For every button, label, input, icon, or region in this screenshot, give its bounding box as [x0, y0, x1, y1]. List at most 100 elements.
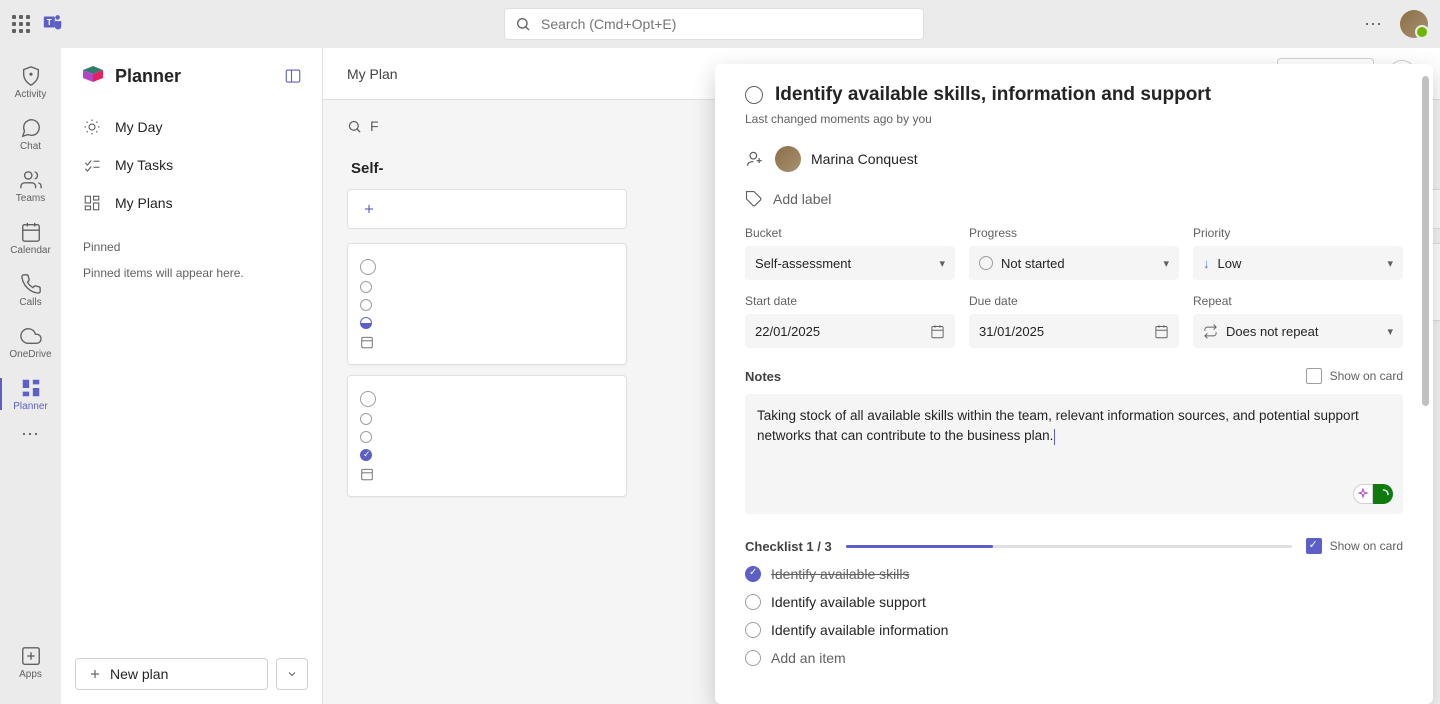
rail-label: Activity: [15, 89, 47, 100]
pinned-empty-text: Pinned items will appear here.: [61, 260, 322, 286]
checklist-text: Identify available skills: [771, 566, 910, 582]
pinned-section-label: Pinned: [61, 226, 322, 260]
breadcrumb[interactable]: My Plan: [347, 66, 398, 82]
checklist-toggle[interactable]: [745, 622, 761, 638]
app-rail: Activity Chat Teams Calendar Calls OneDr…: [0, 48, 61, 704]
sparkle-icon: [1357, 488, 1369, 500]
calendar-icon: [360, 467, 374, 481]
rail-label: Calls: [19, 297, 41, 308]
notes-textarea[interactable]: Taking stock of all available skills wit…: [745, 394, 1403, 514]
search-icon: [515, 16, 531, 32]
field-label: Due date: [969, 294, 1179, 308]
bucket-select[interactable]: Self-assessment▾: [745, 246, 955, 280]
duedate-field: Due date 31/01/2025: [969, 294, 1179, 348]
checklist-toggle[interactable]: [745, 566, 761, 582]
repeat-select[interactable]: Does not repeat▾: [1193, 314, 1403, 348]
search-input[interactable]: [541, 16, 913, 32]
topbar: T ⋯: [0, 0, 1440, 48]
rail-label: Chat: [20, 141, 41, 152]
checklist-label: Checklist 1 / 3: [745, 539, 832, 554]
duedate-input[interactable]: 31/01/2025: [969, 314, 1179, 348]
field-label: Repeat: [1193, 294, 1403, 308]
task-card[interactable]: [347, 243, 627, 365]
search-icon: [347, 119, 362, 134]
startdate-field: Start date 22/01/2025: [745, 294, 955, 348]
spinner-icon: [1378, 489, 1389, 500]
column-title: Self-: [347, 152, 627, 189]
content-area: My Plan Share ? F Filters (2) Group by B…: [323, 48, 1440, 704]
sidebar-item-myplans[interactable]: My Plans: [61, 184, 322, 222]
checklist-item[interactable]: Identify available information: [745, 622, 1403, 638]
priority-select[interactable]: ↓Low▾: [1193, 246, 1403, 280]
rail-calendar[interactable]: Calendar: [0, 212, 61, 264]
app-launcher-icon[interactable]: [12, 15, 30, 33]
rail-label: OneDrive: [9, 349, 51, 360]
rail-label: Planner: [13, 401, 47, 412]
assignee-avatar[interactable]: [775, 146, 801, 172]
progress-select[interactable]: Not started▾: [969, 246, 1179, 280]
assignee-icon[interactable]: [745, 149, 765, 169]
scrollbar[interactable]: [1422, 76, 1429, 406]
checklist-progress: [846, 545, 1292, 548]
checklist-text: Identify available information: [771, 622, 948, 638]
checkbox[interactable]: [1306, 538, 1322, 554]
rail-label: Apps: [19, 669, 42, 680]
user-avatar[interactable]: [1400, 10, 1428, 38]
sidebar-item-myday[interactable]: My Day: [61, 108, 322, 146]
bucket-field: Bucket Self-assessment▾: [745, 226, 955, 280]
new-plan-button[interactable]: New plan: [75, 658, 268, 690]
rail-calls[interactable]: Calls: [0, 264, 61, 316]
rail-label: Calendar: [10, 245, 51, 256]
repeat-icon: [1203, 324, 1218, 339]
rail-more-icon[interactable]: ⋯: [21, 424, 40, 445]
filter-search[interactable]: F: [347, 118, 379, 134]
task-detail-modal: Identify available skills, information a…: [715, 64, 1433, 704]
sidebar-item-label: My Day: [115, 119, 162, 135]
startdate-input[interactable]: 22/01/2025: [745, 314, 955, 348]
rail-chat[interactable]: Chat: [0, 108, 61, 160]
repeat-field: Repeat Does not repeat▾: [1193, 294, 1403, 348]
rail-apps[interactable]: Apps: [0, 636, 61, 688]
task-card[interactable]: [347, 375, 627, 497]
svg-text:T: T: [47, 17, 52, 26]
calendar-icon: [930, 324, 945, 339]
sidebar-item-label: My Tasks: [115, 157, 173, 173]
task-complete-toggle[interactable]: [745, 86, 763, 104]
ai-toggle[interactable]: [1353, 484, 1393, 504]
more-icon[interactable]: ⋯: [1364, 14, 1384, 35]
field-label: Bucket: [745, 226, 955, 240]
checklist-toggle: [745, 650, 761, 666]
column-self: Self-: [347, 152, 627, 704]
collapse-sidebar-icon[interactable]: [284, 67, 302, 85]
rail-activity[interactable]: Activity: [0, 56, 61, 108]
notes-label: Notes: [745, 369, 781, 384]
rail-onedrive[interactable]: OneDrive: [0, 316, 61, 368]
global-search[interactable]: [504, 8, 924, 40]
calendar-icon: [360, 335, 374, 349]
sidebar-title: Planner: [115, 66, 274, 87]
rail-planner[interactable]: Planner: [0, 368, 61, 420]
show-notes-on-card[interactable]: Show on card: [1306, 368, 1403, 384]
add-task-button[interactable]: [347, 189, 627, 229]
show-checklist-on-card[interactable]: Show on card: [1306, 538, 1403, 554]
sidebar-item-mytasks[interactable]: My Tasks: [61, 146, 322, 184]
checklist-item[interactable]: Identify available skills: [745, 566, 1403, 582]
checklist-toggle[interactable]: [745, 594, 761, 610]
plus-icon: [362, 202, 376, 216]
checklist-item[interactable]: Identify available support: [745, 594, 1403, 610]
progress-field: Progress Not started▾: [969, 226, 1179, 280]
new-plan-dropdown[interactable]: [276, 658, 308, 690]
task-title[interactable]: Identify available skills, information a…: [775, 84, 1211, 106]
add-label-button[interactable]: Add label: [745, 190, 1403, 208]
planner-logo-icon: [81, 64, 105, 88]
checkbox[interactable]: [1306, 368, 1322, 384]
field-label: Progress: [969, 226, 1179, 240]
rail-label: Teams: [16, 193, 45, 204]
teams-logo-icon: T: [42, 11, 64, 38]
rail-teams[interactable]: Teams: [0, 160, 61, 212]
field-label: Start date: [745, 294, 955, 308]
notes-text: Taking stock of all available skills wit…: [757, 406, 1391, 447]
calendar-icon: [1154, 324, 1169, 339]
last-changed-text: Last changed moments ago by you: [745, 112, 1403, 126]
add-checklist-item[interactable]: Add an item: [745, 650, 1403, 666]
